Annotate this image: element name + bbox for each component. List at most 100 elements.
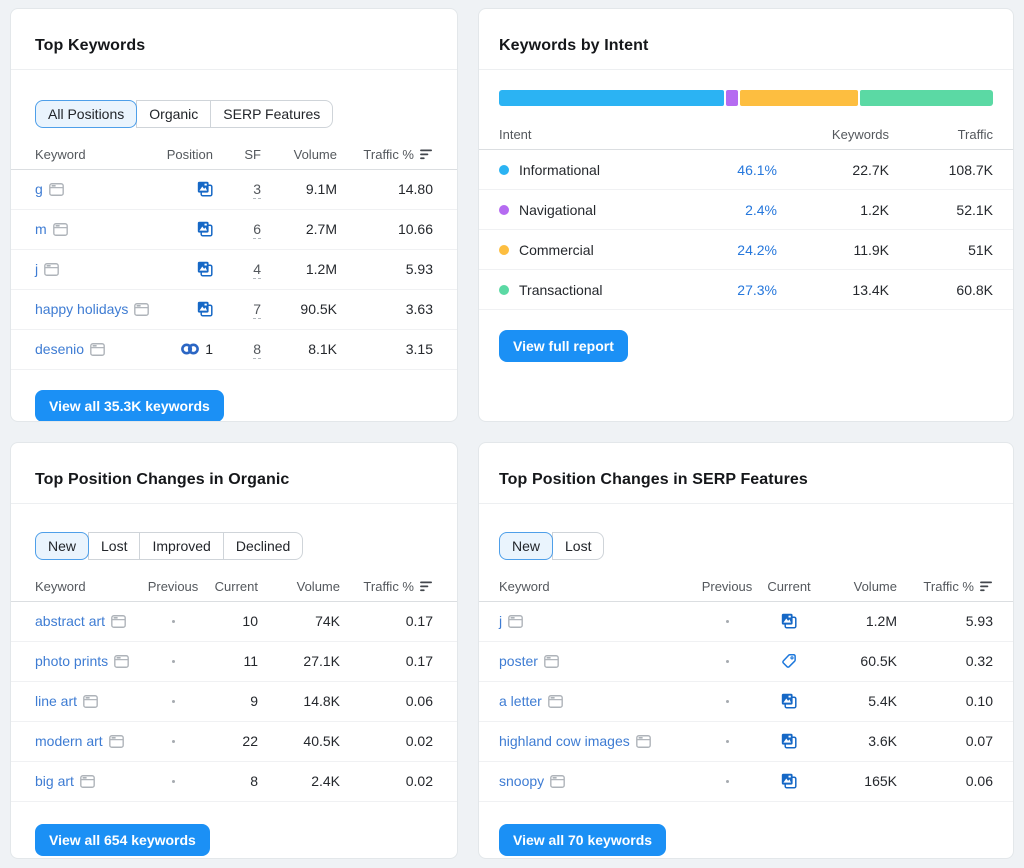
traffic-value: 5.93 xyxy=(897,613,993,629)
keyword-link[interactable]: big art xyxy=(35,773,74,789)
keyword-link[interactable]: a letter xyxy=(499,693,542,709)
keyword-link[interactable]: highland cow images xyxy=(499,733,630,749)
volume-value: 165K xyxy=(821,773,897,789)
col-position: Position xyxy=(153,147,213,162)
keyword-link[interactable]: modern art xyxy=(35,733,103,749)
tab-all-positions[interactable]: All Positions xyxy=(35,100,137,128)
serp-features-icon xyxy=(44,263,59,276)
intent-bar-informational[interactable] xyxy=(499,90,724,106)
traffic-value: 52.1K xyxy=(889,202,993,218)
keyword-link[interactable]: abstract art xyxy=(35,613,105,629)
volume-value: 1.2M xyxy=(261,261,337,277)
table-row: snoopy 165K 0.06 xyxy=(479,762,1013,802)
table-row: g 3 9.1M 14.80 xyxy=(11,170,457,210)
position-value: 1 xyxy=(205,341,213,357)
tab-improved[interactable]: Improved xyxy=(139,532,223,560)
table-row: photo prints 11 27.1K 0.17 xyxy=(11,642,457,682)
current-position: 11 xyxy=(202,653,258,669)
keyword-link[interactable]: m xyxy=(35,221,47,237)
sf-count-link[interactable]: 7 xyxy=(253,301,261,319)
image-pack-icon xyxy=(197,301,213,317)
table-row: highland cow images 3.6K 0.07 xyxy=(479,722,1013,762)
sort-descending-icon[interactable] xyxy=(980,581,993,592)
image-pack-icon xyxy=(781,613,797,629)
tab-lost[interactable]: Lost xyxy=(88,532,140,560)
intent-bar-transactional[interactable] xyxy=(860,90,993,106)
intent-color-dot xyxy=(499,245,509,255)
intent-bar-commercial[interactable] xyxy=(740,90,858,106)
sf-count-link[interactable]: 3 xyxy=(253,181,261,199)
traffic-value: 0.06 xyxy=(897,773,993,789)
keyword-link[interactable]: j xyxy=(499,613,502,629)
tab-serp-features[interactable]: SERP Features xyxy=(210,100,333,128)
previous-none-dot xyxy=(726,740,729,743)
keyword-link[interactable]: desenio xyxy=(35,341,84,357)
sf-count-link[interactable]: 8 xyxy=(253,341,261,359)
intent-label: Informational xyxy=(519,162,600,178)
traffic-value: 0.17 xyxy=(340,613,433,629)
keyword-link[interactable]: line art xyxy=(35,693,77,709)
keywords-value: 11.9K xyxy=(777,242,889,258)
table-row: j 4 1.2M 5.93 xyxy=(11,250,457,290)
keyword-link[interactable]: g xyxy=(35,181,43,197)
traffic-value: 10.66 xyxy=(337,221,433,237)
col-traffic: Traffic % xyxy=(340,579,433,594)
intent-color-dot xyxy=(499,205,509,215)
table-row: modern art 22 40.5K 0.02 xyxy=(11,722,457,762)
top-keywords-tabs: All Positions Organic SERP Features xyxy=(35,100,333,128)
intent-color-dot xyxy=(499,285,509,295)
volume-value: 90.5K xyxy=(261,301,337,317)
intent-percent-link[interactable]: 2.4% xyxy=(745,202,777,218)
keywords-value: 22.7K xyxy=(777,162,889,178)
volume-value: 3.6K xyxy=(821,733,897,749)
col-current: Current xyxy=(202,579,258,594)
keyword-link[interactable]: snoopy xyxy=(499,773,544,789)
serp-features-icon xyxy=(550,775,565,788)
col-keyword: Keyword xyxy=(499,579,697,594)
view-all-keywords-button[interactable]: View all 35.3K keywords xyxy=(35,390,224,422)
panel-top-keywords: Top Keywords All Positions Organic SERP … xyxy=(10,8,458,422)
sort-descending-icon[interactable] xyxy=(420,581,433,592)
table-row: Transactional 27.3% 13.4K 60.8K xyxy=(479,270,1013,310)
image-pack-icon xyxy=(197,221,213,237)
panel-title: Top Position Changes in Organic xyxy=(11,456,457,504)
traffic-value: 0.17 xyxy=(340,653,433,669)
tab-lost[interactable]: Lost xyxy=(552,532,604,560)
intent-percent-link[interactable]: 24.2% xyxy=(737,242,777,258)
traffic-value: 0.07 xyxy=(897,733,993,749)
col-keywords: Keywords xyxy=(777,127,889,142)
view-all-keywords-button[interactable]: View all 654 keywords xyxy=(35,824,210,856)
table-row: poster 60.5K 0.32 xyxy=(479,642,1013,682)
col-volume: Volume xyxy=(821,579,897,594)
col-volume: Volume xyxy=(258,579,340,594)
keyword-link[interactable]: j xyxy=(35,261,38,277)
intent-percent-link[interactable]: 27.3% xyxy=(737,282,777,298)
serp-features-icon xyxy=(636,735,651,748)
sf-count-link[interactable]: 4 xyxy=(253,261,261,279)
table-header: Intent Keywords Traffic xyxy=(479,120,1013,150)
keyword-link[interactable]: happy holidays xyxy=(35,301,128,317)
col-intent: Intent xyxy=(499,127,677,142)
current-position: 9 xyxy=(202,693,258,709)
keyword-link[interactable]: poster xyxy=(499,653,538,669)
table-header: Keyword Previous Current Volume Traffic … xyxy=(11,572,457,602)
panel-title: Top Keywords xyxy=(11,22,457,70)
tab-new[interactable]: New xyxy=(499,532,553,560)
previous-none-dot xyxy=(172,740,175,743)
tab-organic[interactable]: Organic xyxy=(136,100,211,128)
keyword-link[interactable]: photo prints xyxy=(35,653,108,669)
sort-descending-icon[interactable] xyxy=(420,149,433,160)
intent-bar-navigational[interactable] xyxy=(726,90,738,106)
traffic-value: 14.80 xyxy=(337,181,433,197)
view-full-report-button[interactable]: View full report xyxy=(499,330,628,362)
col-sf: SF xyxy=(213,147,261,162)
view-all-keywords-button[interactable]: View all 70 keywords xyxy=(499,824,666,856)
keywords-value: 1.2K xyxy=(777,202,889,218)
col-traffic: Traffic xyxy=(889,127,993,142)
intent-percent-link[interactable]: 46.1% xyxy=(737,162,777,178)
tab-declined[interactable]: Declined xyxy=(223,532,303,560)
table-row: Commercial 24.2% 11.9K 51K xyxy=(479,230,1013,270)
table-row: Navigational 2.4% 1.2K 52.1K xyxy=(479,190,1013,230)
sf-count-link[interactable]: 6 xyxy=(253,221,261,239)
tab-new[interactable]: New xyxy=(35,532,89,560)
